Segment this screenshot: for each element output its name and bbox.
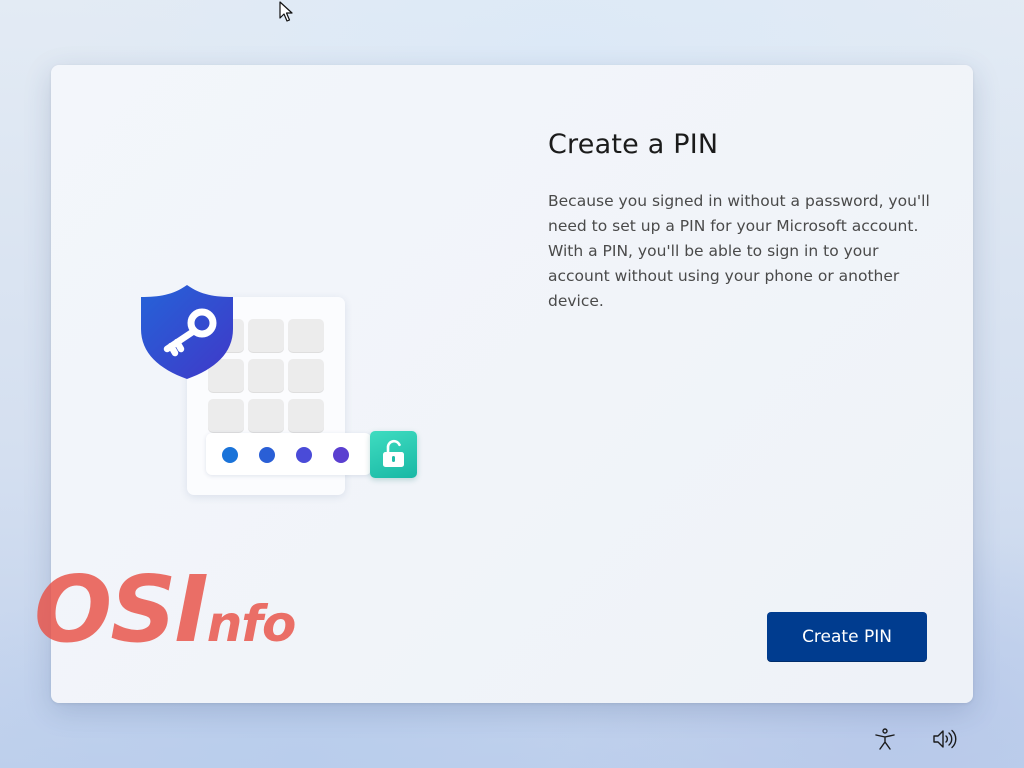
keypad-key: [288, 399, 324, 433]
pin-dot: [333, 447, 349, 463]
pin-entry-bar: [206, 433, 371, 475]
keypad-key: [248, 399, 284, 433]
mouse-cursor-icon: [279, 1, 293, 22]
watermark-small: nfo: [206, 595, 297, 653]
watermark-big: OSI: [34, 556, 209, 663]
keypad-key: [288, 359, 324, 393]
pin-dot: [296, 447, 312, 463]
pin-dot: [222, 447, 238, 463]
watermark-logo: OSInfo: [34, 556, 297, 663]
page-description: Because you signed in without a password…: [548, 192, 930, 310]
pin-dot: [259, 447, 275, 463]
keypad-key: [208, 399, 244, 433]
page-title: Create a PIN: [548, 129, 719, 160]
create-pin-button[interactable]: Create PIN: [767, 612, 927, 662]
shield-key-icon: [141, 285, 233, 379]
keypad-key: [248, 359, 284, 393]
unlock-icon: [370, 431, 417, 478]
keypad-key: [248, 319, 284, 353]
accessibility-icon[interactable]: [872, 726, 898, 752]
volume-icon[interactable]: [932, 726, 958, 752]
pin-illustration: [139, 283, 429, 498]
keypad-key: [288, 319, 324, 353]
